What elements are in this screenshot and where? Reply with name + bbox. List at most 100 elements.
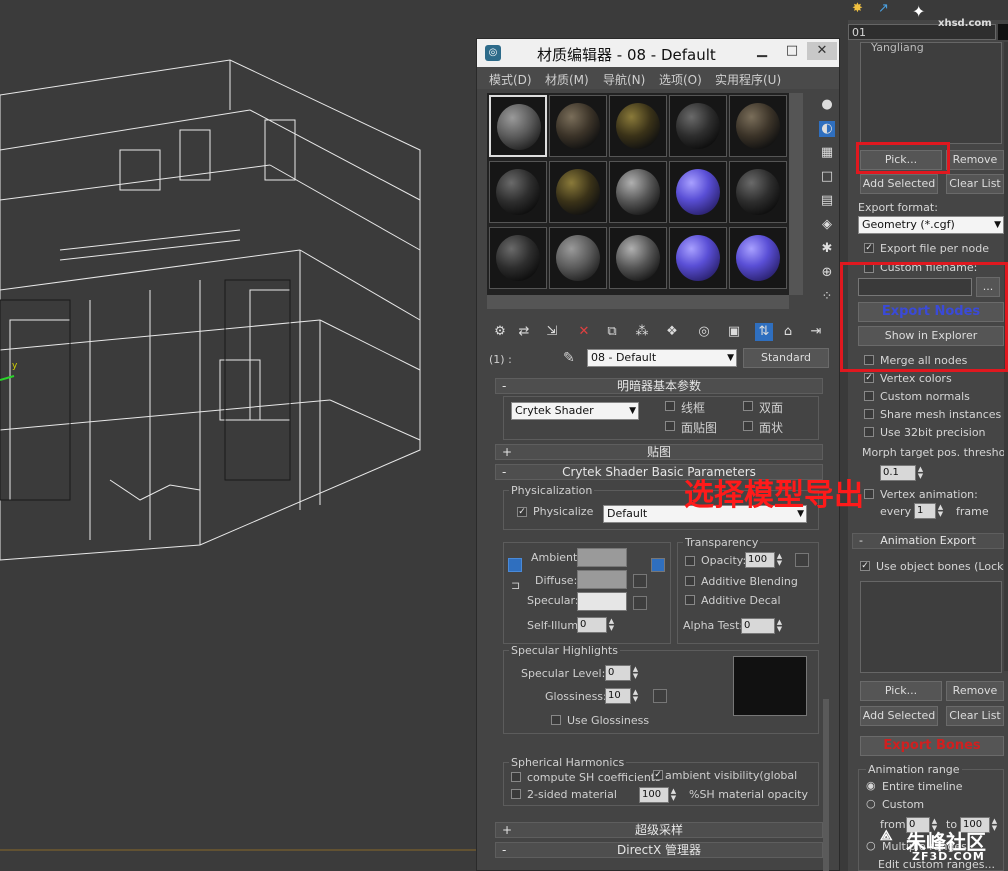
rollout-scrollbar[interactable]	[823, 699, 829, 871]
custom-normals-checkbox[interactable]	[864, 391, 874, 401]
physicalize-checkbox[interactable]: ✓	[517, 507, 527, 517]
glossiness-map-button[interactable]	[653, 689, 667, 703]
sample-uv-icon[interactable]: □	[819, 169, 835, 185]
assign-to-selection-icon[interactable]: ⇲	[543, 323, 561, 341]
options-icon[interactable]: ✱	[819, 241, 835, 257]
show-end-result-icon[interactable]: ⇅	[755, 323, 773, 341]
use-glossiness-checkbox[interactable]	[551, 715, 561, 725]
lock-ambient-diffuse-icon[interactable]	[508, 558, 522, 572]
export-node-list[interactable]: Yangliang	[860, 41, 1002, 144]
close-button[interactable]: ✕	[807, 42, 837, 60]
material-map-navigator-icon[interactable]: ⁘	[819, 289, 835, 305]
entire-timeline-radio[interactable]: ◉	[866, 779, 876, 792]
vertex-animation-checkbox[interactable]	[864, 489, 874, 499]
clear-bones-list-button[interactable]: Clear List	[946, 706, 1004, 726]
material-slot[interactable]	[729, 227, 787, 289]
material-slot[interactable]	[729, 161, 787, 223]
specular-map-button[interactable]	[633, 596, 647, 610]
menu-navigation[interactable]: 导航(N)	[603, 71, 645, 88]
diffuse-map-button[interactable]	[633, 574, 647, 588]
shader-select[interactable]: Crytek Shader ▼	[511, 402, 639, 420]
menu-options[interactable]: 选项(O)	[659, 71, 702, 88]
material-slot[interactable]	[669, 227, 727, 289]
material-slot[interactable]	[669, 95, 727, 157]
glossiness-spinner[interactable]: 10 ▲ ▼	[605, 688, 638, 704]
get-material-icon[interactable]: ⚙	[491, 323, 509, 341]
use-object-bones-checkbox[interactable]: ✓	[860, 561, 870, 571]
pick-bones-button[interactable]: Pick...	[860, 681, 942, 701]
opacity-map-button[interactable]	[795, 553, 809, 567]
rollout-directx-manager[interactable]: - DirectX 管理器	[495, 842, 823, 858]
create-tab-icon[interactable]: ✸	[852, 1, 863, 16]
additive-blending-checkbox[interactable]	[685, 576, 695, 586]
make-unique-icon[interactable]: ⁂	[633, 323, 651, 341]
material-slot[interactable]	[729, 95, 787, 157]
faceted-checkbox[interactable]	[743, 421, 753, 431]
export-bones-button[interactable]: Export Bones	[860, 736, 1004, 756]
put-to-library-icon[interactable]: ❖	[663, 323, 681, 341]
remove-button[interactable]: Remove	[946, 150, 1004, 170]
morph-threshold-spinner[interactable]: 0.1 ▲ ▼	[880, 465, 923, 481]
material-slot[interactable]	[549, 95, 607, 157]
alpha-test-spinner[interactable]: 0 ▲ ▼	[741, 618, 782, 634]
ambient-color-swatch[interactable]	[577, 548, 627, 567]
material-slot[interactable]	[489, 95, 547, 157]
menu-utilities[interactable]: 实用程序(U)	[715, 71, 781, 88]
object-color-swatch[interactable]	[998, 24, 1008, 40]
rollout-animation-export[interactable]: - Animation Export	[852, 533, 1004, 549]
list-item[interactable]: Yangliang	[871, 41, 924, 54]
material-slot[interactable]	[609, 227, 667, 289]
lock-map-icon[interactable]	[651, 558, 665, 572]
specular-color-swatch[interactable]	[577, 592, 627, 611]
remove-bones-button[interactable]: Remove	[946, 681, 1004, 701]
export-file-per-node-checkbox[interactable]: ✓	[864, 243, 874, 253]
background-checker-icon[interactable]: ▦	[819, 145, 835, 161]
bones-list[interactable]	[860, 581, 1002, 673]
modify-tab-icon[interactable]: ↗	[878, 1, 889, 16]
opacity-checkbox[interactable]	[685, 556, 695, 566]
two-sided-material-checkbox[interactable]	[511, 789, 521, 799]
lock-link-icon[interactable]: ⊐	[511, 579, 520, 592]
use-32bit-checkbox[interactable]	[864, 427, 874, 437]
menu-mode[interactable]: 模式(D)	[489, 71, 532, 88]
material-id-channel-icon[interactable]: ◎	[695, 323, 713, 341]
material-slot[interactable]	[549, 227, 607, 289]
go-to-parent-icon[interactable]: ⌂	[779, 323, 797, 341]
material-slot[interactable]	[489, 227, 547, 289]
menu-material[interactable]: 材质(M)	[545, 71, 589, 88]
vertex-colors-checkbox[interactable]: ✓	[864, 373, 874, 383]
wire-checkbox[interactable]	[665, 401, 675, 411]
select-by-material-icon[interactable]: ⊕	[819, 265, 835, 281]
opacity-spinner[interactable]: 100 ▲ ▼	[745, 552, 782, 568]
make-preview-icon[interactable]: ◈	[819, 217, 835, 233]
show-map-in-viewport-icon[interactable]: ▣	[725, 323, 743, 341]
multiple-ranges-radio[interactable]: ○	[866, 839, 876, 852]
put-to-scene-icon[interactable]: ⇄	[515, 323, 533, 341]
video-color-check-icon[interactable]: ▤	[819, 193, 835, 209]
self-illum-spinner[interactable]: 0 ▲ ▼	[577, 617, 614, 633]
backlight-icon[interactable]: ◐	[819, 121, 835, 137]
material-slot[interactable]	[549, 161, 607, 223]
ambient-visibility-checkbox[interactable]: ✓	[653, 770, 663, 780]
maximize-button[interactable]: □	[777, 42, 807, 60]
sample-type-icon[interactable]: ●	[819, 97, 835, 113]
export-format-select[interactable]: Geometry (*.cgf) ▼	[858, 216, 1004, 234]
eyedropper-icon[interactable]: ✎	[563, 350, 575, 366]
rollout-supersampling[interactable]: + 超级采样	[495, 822, 823, 838]
additive-decal-checkbox[interactable]	[685, 595, 695, 605]
two-sided-checkbox[interactable]	[743, 401, 753, 411]
rollout-maps[interactable]: + 贴图	[495, 444, 823, 460]
add-selected-bones-button[interactable]: Add Selected	[860, 706, 938, 726]
specular-level-spinner[interactable]: 0 ▲ ▼	[605, 665, 638, 681]
copy-material-icon[interactable]: ⧉	[603, 323, 621, 341]
material-type-button[interactable]: Standard	[743, 348, 829, 368]
material-slot[interactable]	[609, 95, 667, 157]
material-name-field[interactable]: 08 - Default ▼	[587, 349, 737, 367]
reset-map-icon[interactable]: ✕	[575, 323, 593, 341]
material-slot[interactable]	[609, 161, 667, 223]
compute-sh-checkbox[interactable]	[511, 772, 521, 782]
material-slot[interactable]	[669, 161, 727, 223]
every-spinner[interactable]: 1 ▲ ▼	[914, 503, 943, 519]
material-editor-titlebar[interactable]: ◎ 材质编辑器 - 08 - Default ▁ □ ✕	[477, 39, 839, 67]
minimize-button[interactable]: ▁	[747, 42, 777, 60]
